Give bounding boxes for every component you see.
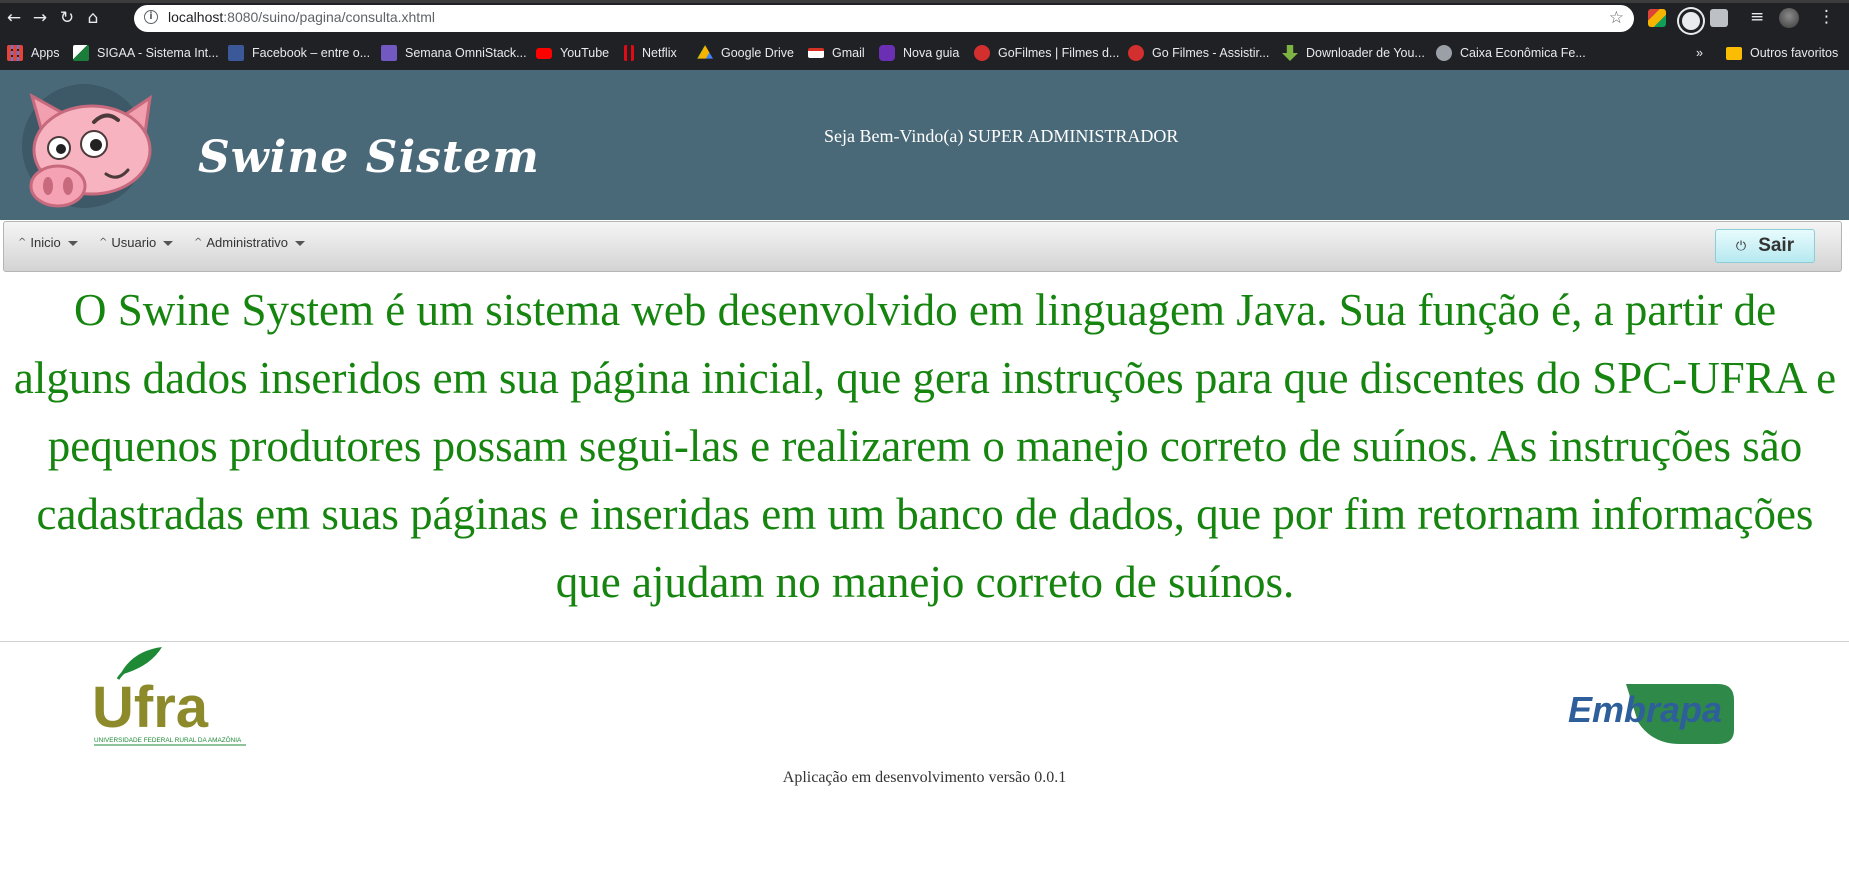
footer-divider: [0, 641, 1849, 642]
embrapa-logo-wordmark: Embrapa: [1568, 689, 1722, 730]
logout-button[interactable]: ⏻ Sair: [1715, 229, 1815, 263]
facebook-icon: [228, 45, 244, 61]
main-menubar: ^ Inicio ^ Usuario ^ Administrativo ⏻ Sa…: [3, 221, 1842, 272]
bookmark-caixa[interactable]: Caixa Econômica Fe...: [1436, 43, 1586, 63]
reading-list-icon[interactable]: ≡: [1750, 7, 1764, 27]
bookmark-netflix[interactable]: Netflix: [624, 43, 677, 63]
bookmark-youtube[interactable]: YouTube: [536, 43, 609, 63]
menu-usuario[interactable]: ^ Usuario: [99, 235, 174, 250]
chevron-down-icon: [295, 241, 306, 246]
power-icon: ⏻: [1735, 238, 1747, 254]
bookmark-gmail[interactable]: Gmail: [808, 43, 865, 63]
gofilmes-icon: [1128, 45, 1144, 61]
intro-paragraph: O Swine System é um sistema web desenvol…: [13, 285, 1837, 607]
browser-menu-icon[interactable]: ⋮: [1818, 7, 1835, 27]
rocketseat-icon: [381, 45, 397, 61]
chevron-down-icon: [163, 241, 174, 246]
nova-guia-icon: [879, 45, 895, 61]
gofilmes-icon: [974, 45, 990, 61]
extension-color-icon[interactable]: [1648, 9, 1666, 27]
globe-icon: [1436, 45, 1452, 61]
extension-block-icon[interactable]: [1679, 9, 1703, 33]
site-info-icon[interactable]: i: [144, 10, 158, 24]
profile-avatar[interactable]: [1779, 8, 1799, 28]
ufra-logo: Ufra UNIVERSIDADE FEDERAL RURAL DA AMAZÔ…: [92, 647, 246, 746]
gmail-icon: [808, 48, 824, 58]
pig-logo: [22, 84, 152, 208]
ufra-logo-subtitle: UNIVERSIDADE FEDERAL RURAL DA AMAZÔNIA: [94, 735, 242, 744]
folder-icon: [1726, 46, 1742, 60]
more-bookmarks-button[interactable]: »: [1696, 43, 1703, 63]
menu-inicio[interactable]: ^ Inicio: [18, 235, 78, 250]
tab-strip-edge: [0, 0, 1849, 3]
chevron-down-icon: [67, 241, 78, 246]
netflix-icon: [624, 45, 634, 61]
caret-up-icon: ^: [194, 237, 203, 248]
ufra-logo-wordmark: Ufra: [92, 675, 209, 740]
welcome-message: Seja Bem-Vindo(a) SUPER ADMINISTRADOR: [824, 126, 1179, 146]
menu-usuario-label: Usuario: [111, 235, 157, 250]
logout-label: Sair: [1758, 235, 1795, 256]
bookmark-omnistack[interactable]: Semana OmniStack...: [381, 43, 527, 63]
back-icon[interactable]: ←: [4, 8, 24, 28]
download-arrow-icon: [1282, 45, 1298, 61]
bookmark-downloader[interactable]: Downloader de You...: [1282, 43, 1425, 63]
bookmark-star-icon[interactable]: ☆: [1609, 8, 1624, 28]
youtube-icon: [536, 47, 552, 59]
reload-icon[interactable]: ↻: [57, 8, 77, 28]
extension-badge-icon[interactable]: [1710, 9, 1728, 27]
apps-grid-icon: [7, 45, 23, 61]
app-header: Swine Sistem Seja Bem-Vindo(a) SUPER ADM…: [0, 70, 1849, 220]
menu-inicio-label: Inicio: [30, 235, 61, 250]
bookmark-apps[interactable]: Apps: [7, 43, 60, 63]
address-url[interactable]: localhost:8080/suino/pagina/consulta.xht…: [168, 9, 435, 25]
bookmark-nova-guia[interactable]: Nova guia: [879, 43, 959, 63]
bookmark-google-drive[interactable]: Google Drive: [697, 43, 794, 63]
other-bookmarks-folder[interactable]: Outros favoritos: [1726, 43, 1838, 63]
version-text: Aplicação em desenvolvimento versão 0.0.…: [782, 769, 1067, 786]
sigaa-icon: [73, 45, 89, 61]
bookmark-facebook[interactable]: Facebook – entre o...: [228, 43, 370, 63]
brand-title: Swine Sistem: [198, 132, 540, 183]
caret-up-icon: ^: [18, 237, 27, 248]
address-bar[interactable]: i localhost:8080/suino/pagina/consulta.x…: [134, 5, 1634, 32]
bookmark-gofilmes-2[interactable]: Go Filmes - Assistir...: [1128, 43, 1269, 63]
url-path: :8080/suino/pagina/consulta.xhtml: [223, 9, 435, 25]
menu-administrativo[interactable]: ^ Administrativo: [194, 235, 306, 250]
browser-toolbar: ← → ↻ ⌂ i localhost:8080/suino/pagina/co…: [0, 0, 1849, 36]
google-drive-icon: [697, 45, 713, 59]
bookmarks-bar: Apps SIGAA - Sistema Int... Facebook – e…: [0, 36, 1849, 71]
url-host: localhost: [168, 9, 224, 25]
bookmark-gofilmes-1[interactable]: GoFilmes | Filmes d...: [974, 43, 1119, 63]
menu-administrativo-label: Administrativo: [206, 235, 289, 250]
bookmark-sigaa[interactable]: SIGAA - Sistema Int...: [73, 43, 219, 63]
home-icon[interactable]: ⌂: [83, 8, 103, 28]
forward-icon[interactable]: →: [30, 8, 50, 28]
embrapa-logo: Embrapa: [1568, 684, 1734, 744]
caret-up-icon: ^: [99, 237, 108, 248]
